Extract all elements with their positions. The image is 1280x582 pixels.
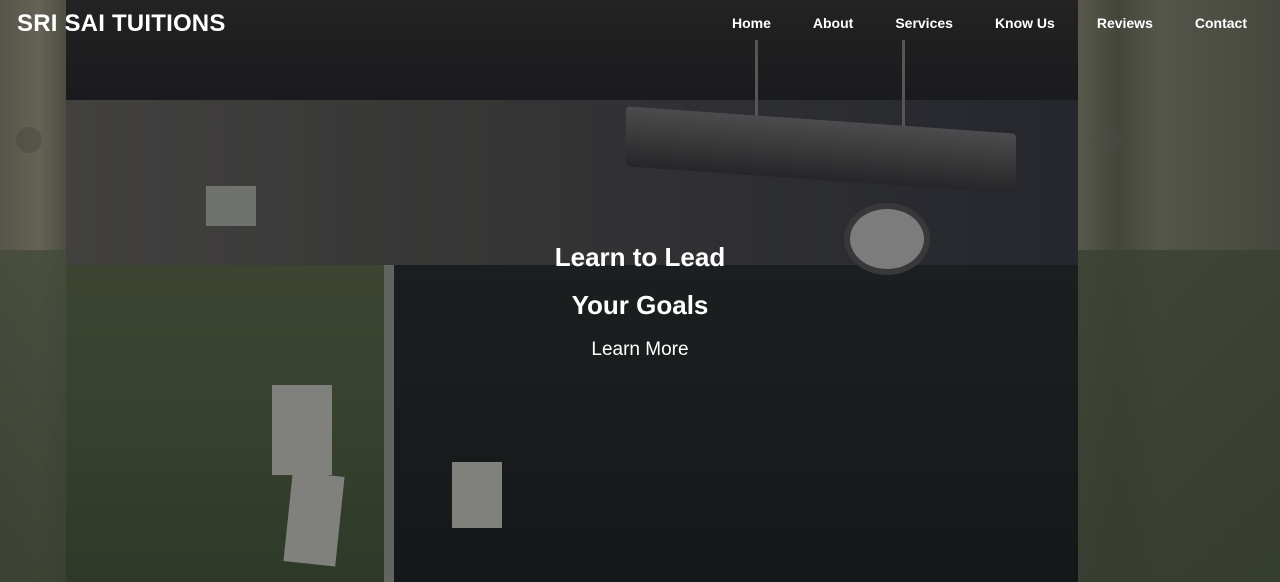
learn-more-button[interactable]: Learn More xyxy=(591,339,688,361)
navbar: SRI SAI TUITIONS Home About Services Kno… xyxy=(0,0,1280,48)
main-nav: Home About Services Know Us Reviews Cont… xyxy=(732,15,1247,31)
hero-title-line-1: Learn to Lead xyxy=(554,242,726,272)
nav-link-services[interactable]: Services xyxy=(895,15,953,31)
nav-link-contact[interactable]: Contact xyxy=(1195,15,1247,31)
nav-link-know-us[interactable]: Know Us xyxy=(995,15,1055,31)
hero-content: Learn to Lead Your Goals Learn More xyxy=(0,233,1280,361)
brand-logo[interactable]: SRI SAI TUITIONS xyxy=(17,10,226,38)
nav-link-about[interactable]: About xyxy=(813,15,853,31)
nav-link-home[interactable]: Home xyxy=(732,15,771,31)
hero-title-line-2: Your Goals xyxy=(571,290,709,320)
nav-link-reviews[interactable]: Reviews xyxy=(1097,15,1153,31)
